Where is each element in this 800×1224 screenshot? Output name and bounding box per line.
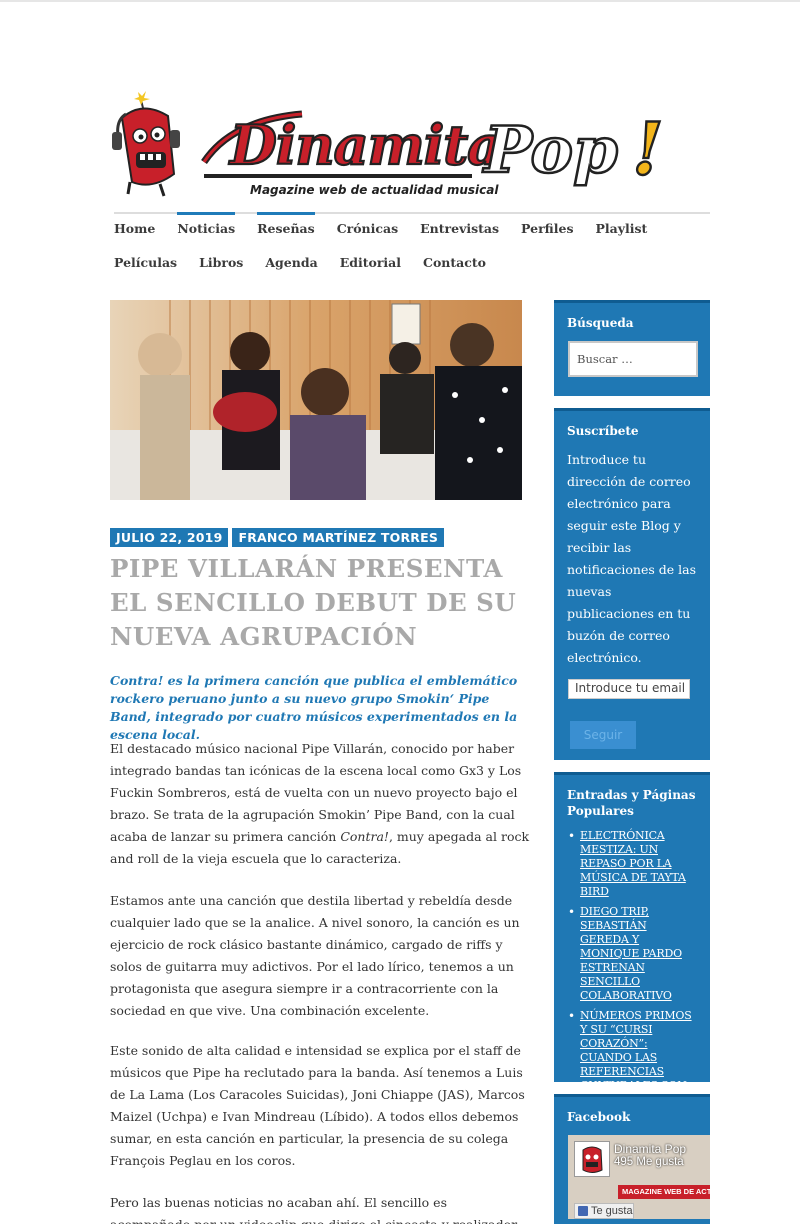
nav-item-editorial[interactable]: Editorial [340,248,401,282]
list-item: ELECTRÓNICA MESTIZA: UN REPASO POR LA MÚ… [568,829,698,899]
nav-item-contacto[interactable]: Contacto [423,248,486,282]
subscribe-widget: Suscríbete Introduce tu dirección de cor… [554,408,710,760]
nav-item-crónicas[interactable]: Crónicas [337,214,398,248]
svg-text:Dinamita: Dinamita [228,113,501,177]
popular-post-link[interactable]: ELECTRÓNICA MESTIZA: UN REPASO POR LA MÚ… [580,829,698,899]
list-item: DIEGO TRIP, SEBASTIÁN GEREDA Y MONIQUE P… [568,905,698,1003]
facebook-avatar [574,1141,610,1177]
post-paragraph-2: Estamos ante una canción que destila lib… [110,893,520,1018]
nav-item-agenda[interactable]: Agenda [265,248,317,282]
popular-post-link[interactable]: DIEGO TRIP, SEBASTIÁN GEREDA Y MONIQUE P… [580,905,698,1003]
svg-text:Magazine web de actualidad mus: Magazine web de actualidad musical [250,183,499,197]
post-author[interactable]: FRANCO MARTÍNEZ TORRES [232,528,445,547]
popular-list: ELECTRÓNICA MESTIZA: UN REPASO POR LA MÚ… [568,829,698,1121]
widget-title: Entradas y Páginas Populares [567,788,696,818]
post-paragraph-3: Este sonido de alta calidad e intensidad… [110,1043,525,1168]
nav-item-entrevistas[interactable]: Entrevistas [420,214,499,248]
popular-posts-widget: Entradas y Páginas Populares ELECTRÓNICA… [554,772,710,1120]
post-paragraph-4: Pero las buenas noticias no acaban ahí. … [110,1195,517,1224]
post-meta: JULIO 22, 2019 FRANCO MARTÍNEZ TORRES [110,528,445,547]
post-paragraph-1: El destacado músico nacional Pipe Villar… [110,738,530,870]
nav-item-perfiles[interactable]: Perfiles [521,214,573,248]
widget-title: Suscríbete [567,424,639,438]
facebook-banner: MAGAZINE WEB DE ACTUALI [618,1185,710,1199]
nav-item-playlist[interactable]: Playlist [595,214,647,248]
nav-item-reseñas[interactable]: Reseñas [257,212,315,248]
nav-item-home[interactable]: Home [114,214,155,248]
widget-title: Búsqueda [567,316,634,330]
facebook-page-plugin[interactable]: Dinamita Pop 495 Me gusta MAGAZINE WEB D… [568,1135,710,1219]
facebook-page-name[interactable]: Dinamita Pop [614,1142,686,1156]
lede-song: Contra! [110,673,164,688]
band-photo [110,300,522,500]
widget-title: Facebook [567,1110,631,1124]
follow-button[interactable]: Seguir [570,721,636,749]
main-nav: Home Noticias Reseñas Crónicas Entrevistas Pe… [114,212,710,282]
search-input[interactable]: Buscar … [568,341,698,377]
facebook-widget: Facebook Dinamita Pop 495 Me gusta MAGAZ… [554,1094,710,1224]
search-widget: Búsqueda Buscar … [554,300,710,396]
p1-song: Contra! [340,829,389,844]
logo-graphic: Dinamita Pop ! Magazine web de actualida… [112,91,665,197]
facebook-icon [578,1206,588,1216]
nav-item-noticias[interactable]: Noticias [177,212,235,248]
subscribe-description: Introduce tu dirección de correo electró… [567,452,696,665]
post-lede: Contra! es la primera canción que public… [110,672,530,744]
nav-item-libros[interactable]: Libros [199,248,243,282]
mascot-icon [582,1146,603,1173]
lede-text: es la primera canción que publica el emb… [110,673,518,742]
email-field[interactable]: Introduce tu email [568,679,690,699]
top-border [0,0,800,2]
post-title[interactable]: PIPE VILLARÁN PRESENTA EL SENCILLO DEBUT… [110,552,530,654]
logo-wordmark: Dinamita Pop ! Magazine web de actualida… [201,105,665,197]
mascot-icon [112,91,180,197]
nav-item-películas[interactable]: Películas [114,248,177,282]
site-logo[interactable]: Dinamita Pop ! Magazine web de actualida… [112,90,672,202]
svg-text:Pop: Pop [482,113,618,188]
svg-text:!: ! [632,106,664,191]
facebook-like-label: Te gusta [591,1205,633,1217]
post-date[interactable]: JULIO 22, 2019 [110,528,229,547]
featured-image[interactable] [110,300,522,500]
facebook-like-button[interactable]: Te gusta [574,1203,634,1219]
facebook-likes: 495 Me gusta [614,1156,684,1168]
